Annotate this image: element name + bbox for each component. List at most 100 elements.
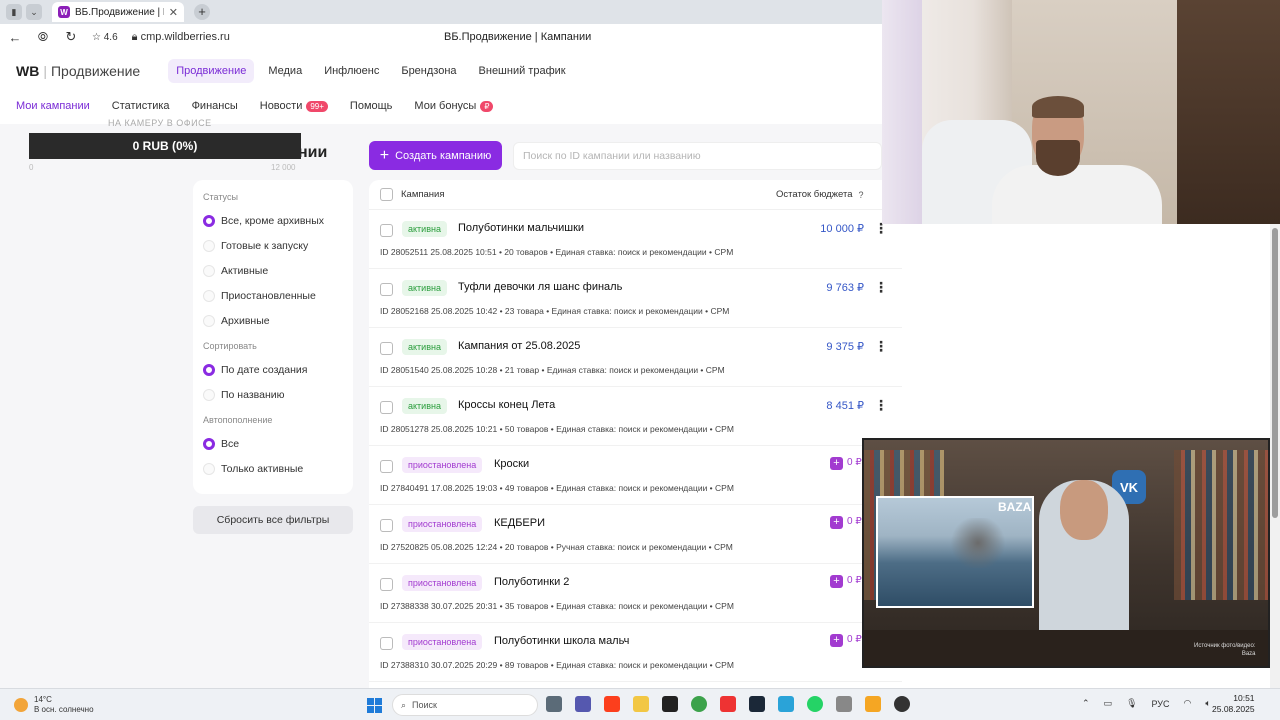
campaign-name[interactable]: Кроссы конец Лета bbox=[458, 399, 555, 411]
topnav-item-influence[interactable]: Инфлюенс bbox=[316, 59, 387, 83]
reload-icon[interactable]: ↻ bbox=[64, 29, 78, 45]
yandex-icon[interactable] bbox=[720, 696, 736, 712]
radio-selected[interactable] bbox=[203, 214, 215, 227]
topnav-item-promotion[interactable]: Продвижение bbox=[168, 59, 255, 83]
campaign-name[interactable]: Туфли девочки ля шанс финаль bbox=[458, 281, 622, 293]
app-icon[interactable] bbox=[662, 696, 678, 712]
table-row[interactable]: активна Туфли девочки ля шанс финаль ID … bbox=[369, 269, 902, 328]
status-option-archived[interactable]: Архивные bbox=[203, 308, 343, 333]
new-tab-button[interactable]: + bbox=[194, 4, 210, 20]
subnav-item-finance[interactable]: Финансы bbox=[192, 100, 238, 112]
subnav-item-statistics[interactable]: Статистика bbox=[112, 100, 170, 112]
campaign-name[interactable]: Кампания от 25.08.2025 bbox=[458, 340, 580, 352]
scrollbar-thumb[interactable] bbox=[1272, 228, 1278, 518]
url-field[interactable]: 🔒︎ cmp.wildberries.ru bbox=[132, 31, 230, 44]
campaign-name[interactable]: КЕДБЕРИ bbox=[494, 517, 545, 529]
topnav-item-brandzone[interactable]: Брендзона bbox=[393, 59, 464, 83]
subnav-item-help[interactable]: Помощь bbox=[350, 100, 393, 112]
yandex-browser-icon[interactable] bbox=[604, 696, 620, 712]
autofill-option-active-only[interactable]: Только активные bbox=[203, 456, 343, 481]
more-menu-icon[interactable]: ⋮ bbox=[874, 279, 888, 296]
table-row[interactable]: активна Кроссы конец Лета ID 28051278 25… bbox=[369, 387, 902, 446]
radio[interactable] bbox=[203, 462, 215, 475]
system-clock[interactable]: 10:51 25.08.2025 bbox=[1212, 693, 1255, 715]
table-row[interactable]: приостановлена Полуботинки школа мальч I… bbox=[369, 623, 902, 682]
app-icon-4[interactable] bbox=[894, 696, 910, 712]
page-scrollbar[interactable] bbox=[1270, 224, 1280, 688]
campaign-name[interactable]: Кроски bbox=[494, 458, 529, 470]
topnav-item-media[interactable]: Медиа bbox=[260, 59, 310, 83]
sort-option-name[interactable]: По названию bbox=[203, 382, 343, 407]
status-option-all-except-archived[interactable]: Все, кроме архивных bbox=[203, 208, 343, 233]
create-campaign-button[interactable]: + Создать кампанию bbox=[369, 141, 502, 170]
tray-app-icon[interactable]: ▭ bbox=[1104, 698, 1113, 709]
campaign-search-input[interactable]: Поиск по ID кампании или названию bbox=[513, 142, 882, 170]
select-all-checkbox[interactable] bbox=[380, 188, 393, 201]
browser-tab-active[interactable]: W ВБ.Продвижение | Кам ✕ bbox=[52, 2, 184, 22]
volume-icon[interactable]: 🔈︎ bbox=[1205, 698, 1210, 709]
status-option-active[interactable]: Активные bbox=[203, 258, 343, 283]
weather-widget[interactable]: 14°C В осн. солнечно bbox=[14, 695, 94, 715]
row-checkbox[interactable] bbox=[380, 519, 393, 532]
radio-selected[interactable] bbox=[203, 437, 215, 450]
radio[interactable] bbox=[203, 264, 215, 277]
task-view-icon[interactable] bbox=[546, 696, 562, 712]
table-row[interactable]: приостановлена Кроски ID 27840491 17.08.… bbox=[369, 446, 902, 505]
site-rating[interactable]: ☆ 4.6 bbox=[92, 32, 118, 43]
status-option-paused[interactable]: Приостановленные bbox=[203, 283, 343, 308]
subnav-item-my-campaigns[interactable]: Мои кампании bbox=[16, 100, 90, 112]
help-icon[interactable]: ? bbox=[859, 190, 864, 200]
sort-option-date[interactable]: По дате создания bbox=[203, 357, 343, 382]
subnav-item-bonuses[interactable]: Мои бонусы ₽ bbox=[414, 100, 494, 112]
microphone-icon[interactable]: 🎙︎ bbox=[1126, 698, 1137, 709]
telegram-icon[interactable] bbox=[778, 696, 794, 712]
row-checkbox[interactable] bbox=[380, 578, 393, 591]
app-icon-2[interactable] bbox=[836, 696, 852, 712]
radio[interactable] bbox=[203, 289, 215, 302]
add-budget-button[interactable]: + bbox=[830, 634, 843, 647]
chrome-icon[interactable] bbox=[691, 696, 707, 712]
chevron-up-icon[interactable]: ⌃ bbox=[1082, 698, 1090, 709]
wifi-icon[interactable]: ◠ bbox=[1184, 698, 1192, 709]
radio[interactable] bbox=[203, 314, 215, 327]
row-checkbox[interactable] bbox=[380, 401, 393, 414]
whatsapp-icon[interactable] bbox=[807, 696, 823, 712]
tab-list-icon[interactable]: ⌄ bbox=[26, 4, 42, 20]
back-arrow-icon[interactable]: ← bbox=[8, 30, 22, 45]
row-checkbox[interactable] bbox=[380, 342, 393, 355]
row-checkbox[interactable] bbox=[380, 460, 393, 473]
wb-logo[interactable]: WB | Продвижение bbox=[16, 63, 140, 79]
row-checkbox[interactable] bbox=[380, 637, 393, 650]
add-budget-button[interactable]: + bbox=[830, 457, 843, 470]
teams-icon[interactable] bbox=[575, 696, 591, 712]
language-indicator[interactable]: РУС bbox=[1152, 699, 1170, 709]
taskbar-search[interactable]: ⌕ Поиск bbox=[392, 694, 538, 716]
status-option-ready[interactable]: Готовые к запуску bbox=[203, 233, 343, 258]
steam-icon[interactable] bbox=[749, 696, 765, 712]
row-checkbox[interactable] bbox=[380, 283, 393, 296]
file-explorer-icon[interactable] bbox=[633, 696, 649, 712]
table-row[interactable]: приостановлена КЕДБЕРИ ID 27520825 05.08… bbox=[369, 505, 902, 564]
radio[interactable] bbox=[203, 388, 215, 401]
protect-icon[interactable]: ⦾ bbox=[36, 29, 50, 45]
workspace-icon[interactable]: ▮ bbox=[6, 4, 22, 20]
campaign-name[interactable]: Полуботинки школа мальч bbox=[494, 635, 629, 647]
close-tab-icon[interactable]: ✕ bbox=[169, 6, 178, 19]
more-menu-icon[interactable]: ⋮ bbox=[874, 338, 888, 355]
table-row[interactable]: активна Кампания от 25.08.2025 ID 280515… bbox=[369, 328, 902, 387]
add-budget-button[interactable]: + bbox=[830, 516, 843, 529]
subnav-item-news[interactable]: Новости 99+ bbox=[260, 100, 328, 112]
row-checkbox[interactable] bbox=[380, 224, 393, 237]
table-row[interactable]: приостановлена Полуботинки 2 ID 27388338… bbox=[369, 564, 902, 623]
app-icon-3[interactable] bbox=[865, 696, 881, 712]
more-menu-icon[interactable]: ⋮ bbox=[874, 397, 888, 414]
campaign-name[interactable]: Полуботинки мальчишки bbox=[458, 222, 584, 234]
windows-start-icon[interactable] bbox=[367, 698, 382, 713]
campaign-name[interactable]: Полуботинки 2 bbox=[494, 576, 569, 588]
radio-selected[interactable] bbox=[203, 363, 215, 376]
reset-filters-button[interactable]: Сбросить все фильтры bbox=[193, 506, 353, 534]
autofill-option-all[interactable]: Все bbox=[203, 431, 343, 456]
table-row[interactable]: активна Полуботинки мальчишки ID 2805251… bbox=[369, 210, 902, 269]
add-budget-button[interactable]: + bbox=[830, 575, 843, 588]
topnav-item-external-traffic[interactable]: Внешний трафик bbox=[471, 59, 574, 83]
